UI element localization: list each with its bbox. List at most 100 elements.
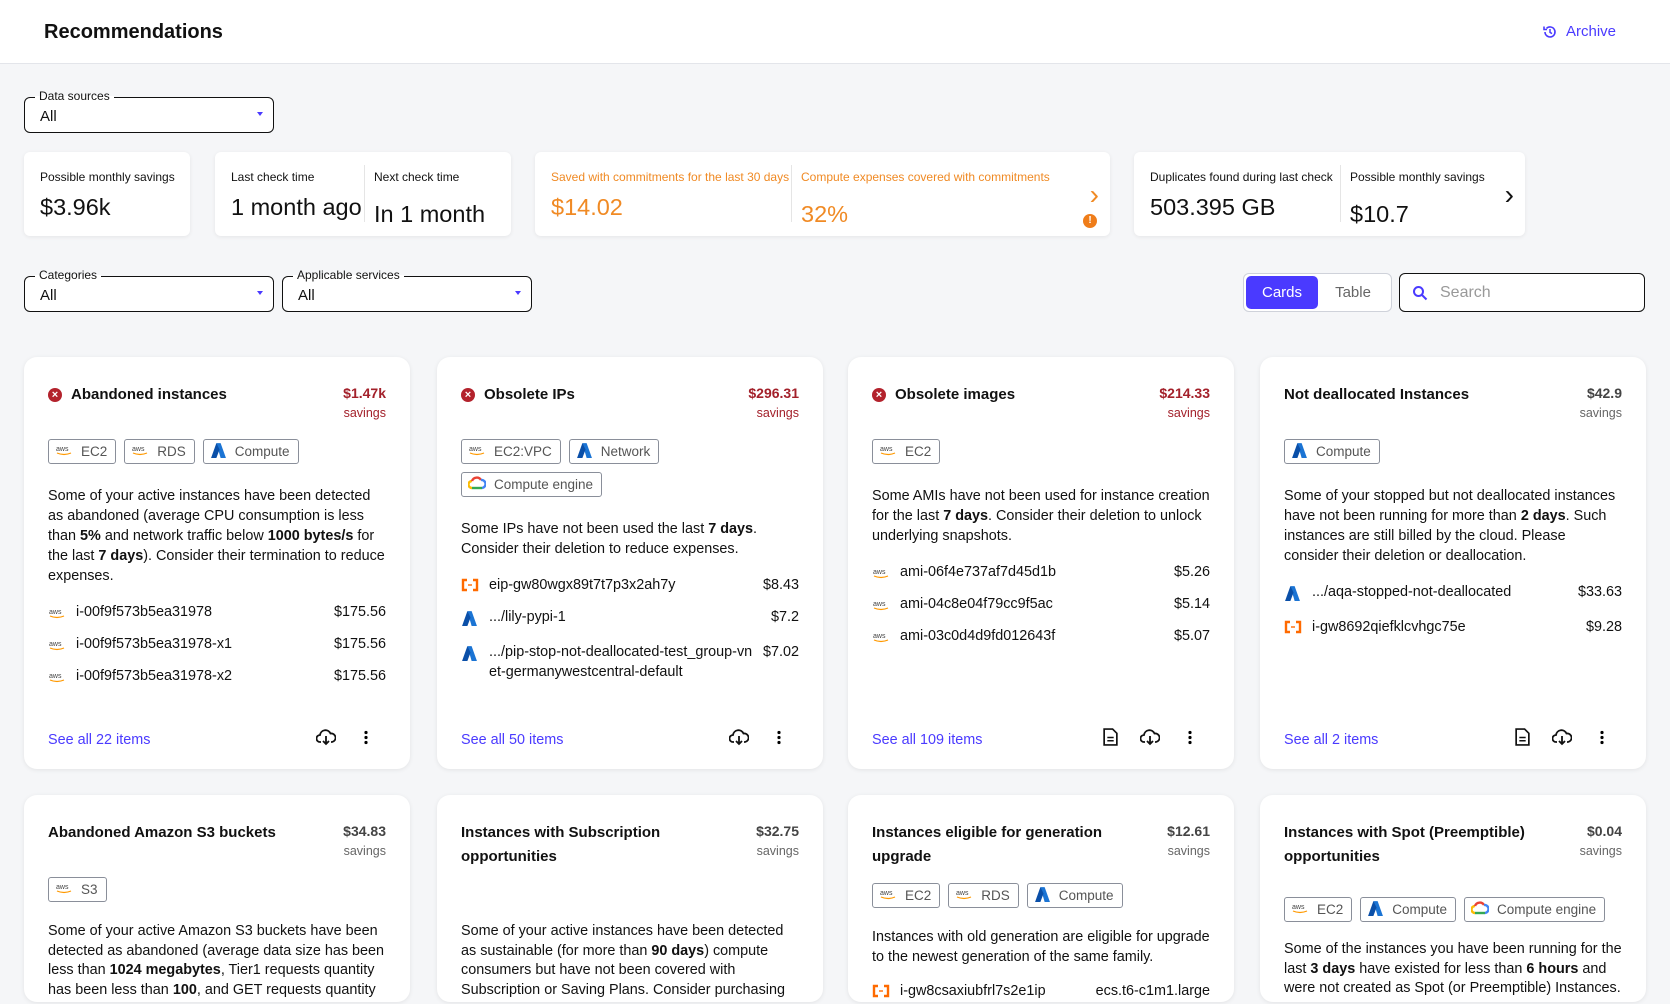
service-tag: Compute engine xyxy=(461,472,603,497)
resource-list: .../aqa-stopped-not-deallocated $33.63 i-g… xyxy=(1284,582,1622,640)
resource-name: .../aqa-stopped-not-deallocated xyxy=(1312,584,1512,600)
resource-row: i-gw8csaxiubfrl7s2e1ip ecs.t6-c1m1.large xyxy=(872,981,1210,1004)
kpi-duplicates[interactable]: Duplicates found during last check 503.39… xyxy=(1134,152,1525,236)
svg-text:aws: aws xyxy=(956,890,969,897)
card-title: Instances eligible for generation upgrad… xyxy=(872,824,1103,865)
description-text: have existed for less than xyxy=(1355,960,1527,977)
download-icon[interactable] xyxy=(1130,728,1170,751)
service-tags: aws EC2 xyxy=(872,439,1210,464)
dropdown-arrow-icon xyxy=(257,112,263,116)
resource-name: i-gw8692qiefklcvhgc75e xyxy=(1312,619,1466,635)
document-icon[interactable] xyxy=(1090,728,1130,751)
critical-icon: × xyxy=(872,388,886,402)
resource-row: aws i-00f9f573b5ea31978 $175.56 xyxy=(48,602,386,625)
resource-savings: ecs.t6-c1m1.large xyxy=(1095,983,1210,999)
tag-label: Compute xyxy=(1058,888,1114,903)
tag-label: EC2 xyxy=(1317,902,1344,917)
kpi-value: $3.96k xyxy=(40,194,111,220)
download-icon[interactable] xyxy=(1542,728,1582,751)
see-all-link[interactable]: See all 50 items xyxy=(461,732,719,748)
kpi-value: $14.02 xyxy=(551,194,623,220)
see-all-link[interactable]: See all 2 items xyxy=(1284,732,1502,748)
resource-savings: $175.56 xyxy=(333,604,386,620)
categories-select[interactable]: Categories All xyxy=(24,268,274,312)
tag-label: Compute engine xyxy=(494,477,594,492)
search-input[interactable]: Search xyxy=(1399,273,1645,312)
applicable-services-select[interactable]: Applicable services All xyxy=(282,268,532,312)
more-options-icon[interactable] xyxy=(759,730,799,750)
description-highlight: 6 hours xyxy=(1526,960,1579,977)
kpi-commitments[interactable]: Saved with commitments for the last 30 d… xyxy=(535,152,1110,236)
see-all-link[interactable]: See all 109 items xyxy=(872,732,1090,748)
card-title: Abandoned Amazon S3 buckets xyxy=(48,824,276,841)
chevron-right-icon[interactable]: › xyxy=(1505,179,1514,211)
savings-label: savings xyxy=(343,844,386,858)
tag-label: Compute xyxy=(234,444,290,459)
kpi-label: Compute expenses covered with commitment… xyxy=(801,170,1050,184)
svg-text:aws: aws xyxy=(873,569,886,576)
description-highlight: 2 days xyxy=(1520,508,1566,524)
archive-button[interactable]: Archive xyxy=(1542,23,1616,40)
resource-row: eip-gw80wgx89t7t7p3x2ah7y $8.43 xyxy=(461,575,799,598)
tag-label: Compute xyxy=(1392,902,1448,917)
recommendation-card: Instances with Spot (Preemptible) opport… xyxy=(1260,795,1646,1002)
resource-savings: $7.2 xyxy=(770,609,799,625)
table-view-button[interactable]: Table xyxy=(1318,276,1388,309)
kpi-value: $10.7 xyxy=(1350,201,1409,227)
resource-savings: $33.63 xyxy=(1577,584,1622,600)
resource-name: i-00f9f573b5ea31978-x2 xyxy=(76,668,233,684)
aws-icon: aws xyxy=(1291,902,1309,917)
resource-row: aws ami-06f4e737af7d45d1b $5.26 xyxy=(872,562,1210,585)
service-tag: Compute engine xyxy=(1464,897,1606,922)
resource-savings: $175.56 xyxy=(333,636,386,652)
critical-icon: × xyxy=(461,388,475,402)
tag-label: RDS xyxy=(981,888,1010,903)
chevron-right-icon[interactable]: › xyxy=(1090,179,1099,211)
dropdown-arrow-icon xyxy=(515,291,521,295)
azure-icon xyxy=(1367,900,1384,920)
service-tag: aws S3 xyxy=(48,877,107,902)
service-tag: aws EC2 xyxy=(48,439,117,464)
tag-label: EC2:VPC xyxy=(494,444,552,459)
resource-name: i-00f9f573b5ea31978-x1 xyxy=(76,636,233,652)
see-all-link[interactable]: See all 22 items xyxy=(48,732,306,748)
service-tags: aws EC2 aws RDS Compute xyxy=(48,439,386,464)
azure-icon xyxy=(1291,442,1308,462)
service-tag: aws EC2 xyxy=(872,883,941,908)
savings-amount: $32.75 xyxy=(756,823,799,839)
top-bar: Recommendations Archive xyxy=(0,0,1670,64)
azure-icon xyxy=(1284,582,1312,608)
svg-text:aws: aws xyxy=(873,601,886,608)
card-title: Instances with Spot (Preemptible) opport… xyxy=(1284,824,1525,865)
more-options-icon[interactable] xyxy=(346,730,386,750)
categories-value: All xyxy=(40,287,57,304)
service-tag: Compute xyxy=(1284,439,1380,464)
download-icon[interactable] xyxy=(719,728,759,751)
card-description: Instances with old generation are eligib… xyxy=(872,928,1210,967)
service-tag: Compute xyxy=(1360,897,1457,922)
tag-label: Network xyxy=(600,444,651,459)
kpi-label: Duplicates found during last check xyxy=(1150,170,1333,184)
data-sources-select[interactable]: Data sources All xyxy=(24,89,274,133)
document-icon[interactable] xyxy=(1502,728,1542,751)
description-highlight: 1024 megabytes xyxy=(109,962,221,978)
savings-amount: $34.83 xyxy=(343,823,386,839)
more-options-icon[interactable] xyxy=(1582,730,1622,750)
resource-savings: $5.14 xyxy=(1173,596,1210,612)
service-tag: aws RDS xyxy=(948,883,1019,908)
aws-icon: aws xyxy=(48,666,76,689)
resource-name: eip-gw80wgx89t7t7p3x2ah7y xyxy=(489,577,676,593)
cards-view-button[interactable]: Cards xyxy=(1246,276,1318,309)
download-icon[interactable] xyxy=(306,728,346,751)
warning-icon: ! xyxy=(1083,214,1097,228)
more-options-icon[interactable] xyxy=(1170,730,1210,750)
services-value: All xyxy=(298,287,315,304)
kpi-value: 1 month ago xyxy=(231,194,362,220)
description-highlight: 90 days xyxy=(651,942,705,959)
kpi-label: Possible monthly savings xyxy=(1350,170,1485,184)
resource-row: .../lily-pypi-1 $7.2 xyxy=(461,607,799,633)
svg-text:aws: aws xyxy=(56,884,69,891)
svg-text:aws: aws xyxy=(880,890,893,897)
tag-label: RDS xyxy=(157,444,186,459)
description-highlight: 100 xyxy=(172,981,197,998)
